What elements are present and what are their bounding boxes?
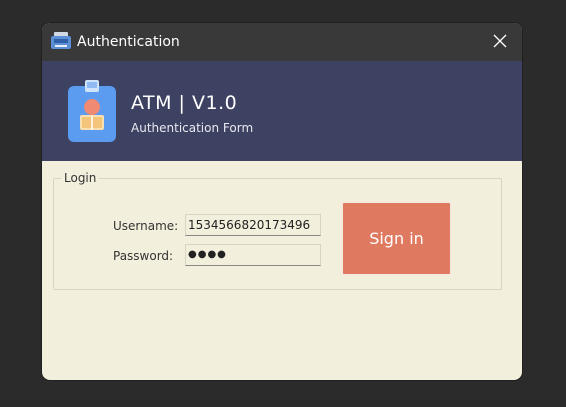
- window-title: Authentication: [77, 34, 180, 50]
- header-banner: ATM | V1.0 Authentication Form: [42, 61, 522, 161]
- atm-icon: [51, 32, 71, 50]
- app-subtitle: Authentication Form: [131, 121, 254, 135]
- username-input[interactable]: 1534566820173496: [185, 214, 321, 236]
- sign-in-button[interactable]: Sign in: [341, 201, 452, 276]
- authentication-window: Authentication ATM | V1.0 Authentication…: [42, 23, 522, 380]
- login-group: Login Username: 1534566820173496 Passwor…: [53, 171, 502, 290]
- password-label: Password:: [113, 249, 174, 263]
- password-input[interactable]: ●●●●: [185, 244, 321, 266]
- close-button[interactable]: [478, 23, 522, 61]
- title-bar: Authentication: [42, 23, 522, 61]
- login-group-label: Login: [61, 171, 100, 185]
- username-label: Username:: [113, 219, 179, 233]
- close-icon: [493, 33, 507, 52]
- id-badge-icon: [68, 80, 116, 142]
- app-title: ATM | V1.0: [131, 92, 238, 114]
